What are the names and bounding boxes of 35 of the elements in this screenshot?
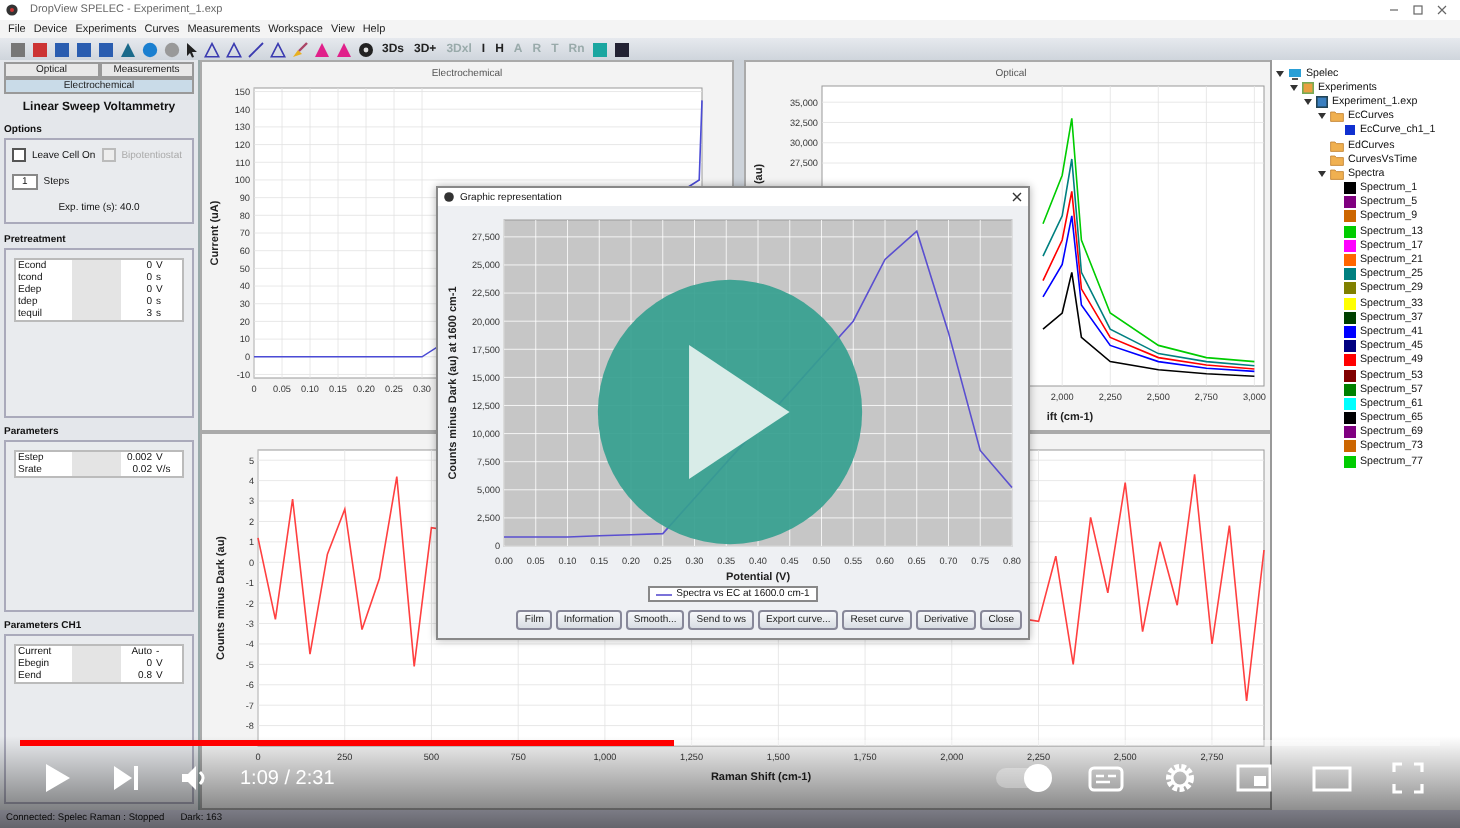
captions-icon[interactable] [1088, 765, 1124, 791]
document-icon [1316, 95, 1328, 108]
expand-arrow-icon[interactable] [1304, 97, 1312, 106]
expand-arrow-icon[interactable] [1276, 69, 1284, 78]
triangle-icon[interactable] [270, 41, 286, 57]
folder-icon [1330, 110, 1344, 123]
play-icon[interactable] [44, 762, 72, 794]
expand-arrow-icon[interactable] [1318, 169, 1326, 178]
close-icon[interactable] [1436, 4, 1448, 16]
autoplay-toggle[interactable] [996, 768, 1048, 788]
computer-icon [1288, 67, 1302, 80]
progress-bar[interactable] [20, 740, 1440, 746]
brush-icon[interactable] [292, 41, 308, 57]
square-icon[interactable] [614, 41, 631, 57]
circle-icon[interactable] [142, 41, 158, 57]
legend-line-icon [656, 591, 673, 597]
large-play-button[interactable] [596, 278, 864, 546]
fullscreen-icon[interactable] [1392, 762, 1424, 794]
app-icon [444, 192, 454, 202]
gear-icon[interactable] [358, 41, 374, 57]
settings-icon[interactable] [1164, 762, 1196, 794]
line-icon[interactable] [248, 41, 264, 57]
cursor-icon[interactable] [186, 41, 198, 57]
checkbox[interactable] [12, 148, 26, 162]
triangle-icon[interactable] [120, 41, 136, 57]
expand-arrow-icon[interactable] [1290, 83, 1298, 92]
expand-arrow-icon[interactable] [1318, 112, 1326, 121]
close-icon[interactable] [1012, 192, 1022, 202]
minimize-icon[interactable] [1388, 4, 1400, 16]
miniplayer-icon[interactable] [1236, 764, 1272, 792]
maximize-icon[interactable] [1412, 4, 1424, 16]
video-time: 1:09 / 2:31 [240, 767, 335, 789]
square-icon [1344, 124, 1356, 137]
app-icon [6, 4, 18, 16]
skip-next-icon[interactable] [112, 764, 140, 792]
